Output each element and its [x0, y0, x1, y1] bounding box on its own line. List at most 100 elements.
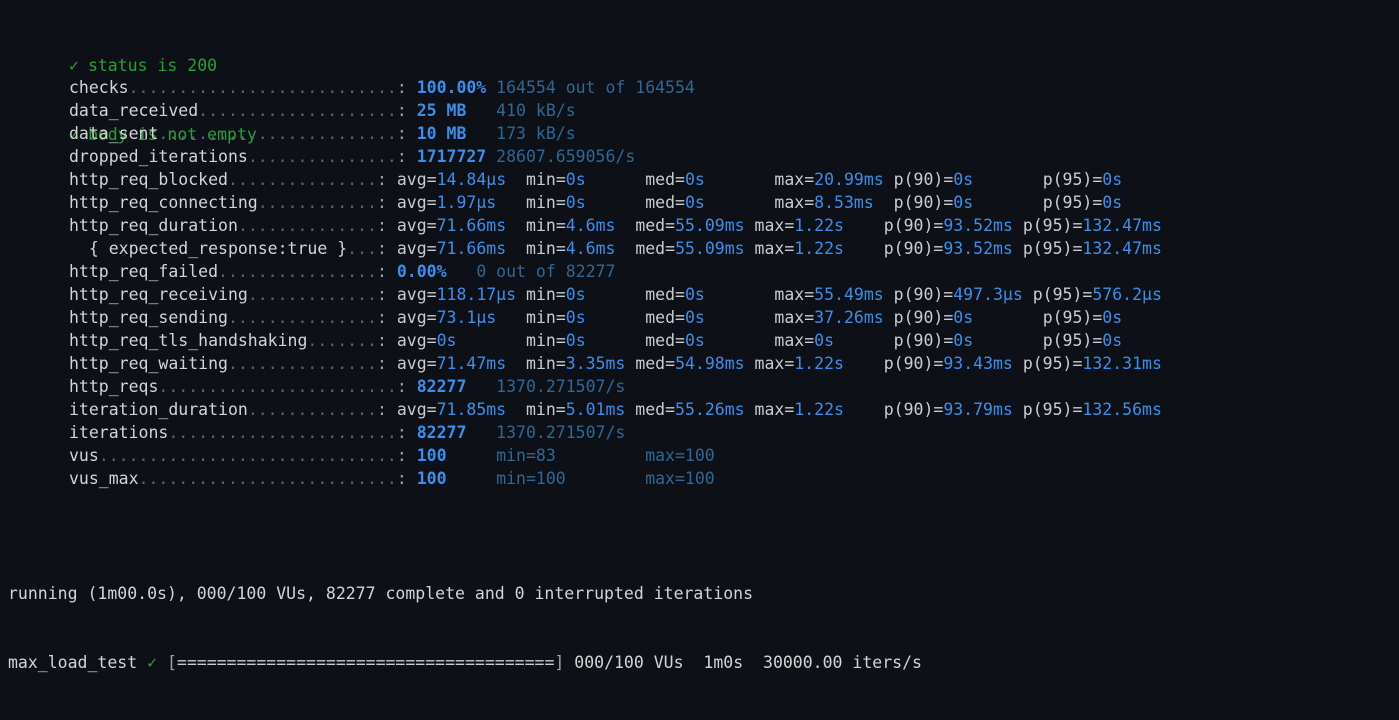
- metric-stat-key: med=: [645, 170, 685, 189]
- metric-stat-value: 3.35ms: [565, 354, 626, 373]
- metric-name: checks: [69, 78, 129, 97]
- metric-stat-value: 132.47ms: [1082, 216, 1162, 235]
- metric-separator: :: [376, 354, 397, 373]
- metric-stat-value: 55.09ms: [675, 239, 745, 258]
- metric-stat-pad: [506, 354, 526, 373]
- metric-stat-value: 0s: [565, 170, 586, 189]
- metric-name: vus: [69, 446, 99, 465]
- metric-stat-key: med=: [635, 354, 676, 373]
- metric-row: http_req_receiving.............: avg=118…: [69, 283, 1162, 306]
- metric-separator: :: [376, 239, 397, 258]
- metric-stat-pad: [745, 239, 755, 258]
- metric-stat-value: 0s: [685, 193, 705, 212]
- metric-stat-value: 0s: [953, 170, 974, 189]
- metric-value: 100: [416, 446, 447, 465]
- metric-stat-pad: [456, 331, 526, 350]
- metric-stat-value: 1.22s: [794, 239, 844, 258]
- metric-separator: :: [396, 124, 417, 143]
- metric-name: data_received: [69, 101, 199, 120]
- metric-stat-value: 55.49ms: [814, 285, 884, 304]
- metric-separator: :: [376, 170, 397, 189]
- check-result-item: ✓ status is 200: [69, 54, 257, 77]
- metric-leader-dots: ...............: [227, 308, 377, 327]
- metric-stat-value: 4.6ms: [565, 239, 616, 258]
- metric-stat-value: 0s: [565, 331, 586, 350]
- metric-stat-value: 1.97µs: [436, 193, 497, 212]
- metric-stat-key: p(90)=: [883, 239, 944, 258]
- metric-stat-key: avg=: [396, 354, 437, 373]
- metric-stat-key: max=: [774, 285, 815, 304]
- metric-leader-dots: ...............: [227, 170, 377, 189]
- metric-row: dropped_iterations...............: 17177…: [69, 145, 1162, 168]
- running-status-line: running (1m00.0s), 000/100 VUs, 82277 co…: [8, 582, 922, 605]
- metric-leader-dots: .......: [307, 331, 377, 350]
- metric-stat-key: max=: [754, 216, 795, 235]
- metric-stat-value: 0s: [1102, 170, 1123, 189]
- metric-stat-pad: [1023, 285, 1033, 304]
- metric-name: http_req_duration: [69, 216, 238, 235]
- metric-stat-key: avg=: [396, 170, 437, 189]
- metric-stat-value: 73.1µs: [436, 308, 497, 327]
- metric-stat-key: p(90)=: [893, 170, 954, 189]
- metric-stat-value: 497.3µs: [953, 285, 1023, 304]
- metric-stat-pad: [586, 331, 646, 350]
- metric-rate: 28607.659056/s: [486, 147, 636, 166]
- metric-stat-value: 0s: [953, 331, 974, 350]
- metric-separator: :: [396, 377, 417, 396]
- metric-stat-pad: [973, 193, 1043, 212]
- metric-stat-key: p(90)=: [893, 308, 954, 327]
- metric-stat-key: avg=: [396, 239, 437, 258]
- metric-stat-value: 0s: [685, 170, 705, 189]
- metric-stat-pad: [586, 170, 646, 189]
- metric-row: iteration_duration.............: avg=71.…: [69, 398, 1162, 421]
- metric-rate: 1370.271507/s: [466, 377, 626, 396]
- metric-rate: 410 kB/s: [466, 101, 576, 120]
- metric-stat-pad: [705, 193, 775, 212]
- metric-rate: 173 kB/s: [466, 124, 576, 143]
- metric-name: data_sent: [69, 124, 159, 143]
- metric-stat-key: max=: [774, 170, 815, 189]
- metric-name: iteration_duration: [69, 400, 248, 419]
- metric-name: http_req_receiving: [69, 285, 248, 304]
- metric-stat-pad: [844, 216, 884, 235]
- metric-stat-value: 4.6ms: [565, 216, 616, 235]
- metric-stat-pad: [1013, 239, 1023, 258]
- metric-leader-dots: ....................: [198, 101, 397, 120]
- metric-stat-key: p(90)=: [893, 193, 954, 212]
- metric-row: http_req_failed................: 0.00% 0…: [69, 260, 1162, 283]
- metric-value: 100.00%: [416, 78, 487, 97]
- metric-stat-value: 1.22s: [794, 400, 844, 419]
- metric-stat-value: 8.53ms: [814, 193, 874, 212]
- metric-rate: 164554 out of 164554: [486, 78, 695, 97]
- metric-stat-pad: [874, 193, 894, 212]
- metric-name: http_req_failed: [69, 262, 219, 281]
- terminal-window: ✓ status is 200 ✓ body is not empty checks…: [0, 0, 1399, 672]
- metric-leader-dots: ...............: [227, 354, 377, 373]
- check-pass-icon: ✓: [69, 56, 79, 75]
- metric-rate: min=83 max=100: [446, 446, 715, 465]
- metric-stat-value: 132.56ms: [1082, 400, 1162, 419]
- metric-stat-key: min=: [526, 285, 566, 304]
- metric-stat-value: 55.26ms: [675, 400, 745, 419]
- metric-stat-key: avg=: [396, 331, 437, 350]
- metric-stat-value: 54.98ms: [675, 354, 745, 373]
- progress-bracket-open: [: [157, 653, 177, 672]
- metric-stat-pad: [705, 308, 775, 327]
- metric-row: http_reqs........................: 82277…: [69, 375, 1162, 398]
- metric-stat-key: max=: [754, 239, 795, 258]
- metric-name: { expected_response:true }: [69, 239, 348, 258]
- metric-row: http_req_blocked...............: avg=14.…: [69, 168, 1162, 191]
- progress-summary-text: 000/100 VUs 1m0s 30000.00 iters/s: [574, 653, 922, 672]
- metric-stat-pad: [1013, 354, 1023, 373]
- metric-stat-pad: [625, 400, 635, 419]
- metric-stat-value: 5.01ms: [565, 400, 626, 419]
- metric-stat-key: max=: [774, 193, 815, 212]
- metric-stat-value: 37.26ms: [814, 308, 884, 327]
- metric-stat-key: med=: [645, 331, 685, 350]
- metric-stat-key: p(95)=: [1042, 170, 1103, 189]
- metric-stat-value: 14.84µs: [436, 170, 507, 189]
- metric-leader-dots: ...............: [247, 147, 397, 166]
- metric-stat-key: p(95)=: [1032, 285, 1093, 304]
- metric-stat-value: 132.31ms: [1082, 354, 1162, 373]
- metric-stat-pad: [973, 331, 1043, 350]
